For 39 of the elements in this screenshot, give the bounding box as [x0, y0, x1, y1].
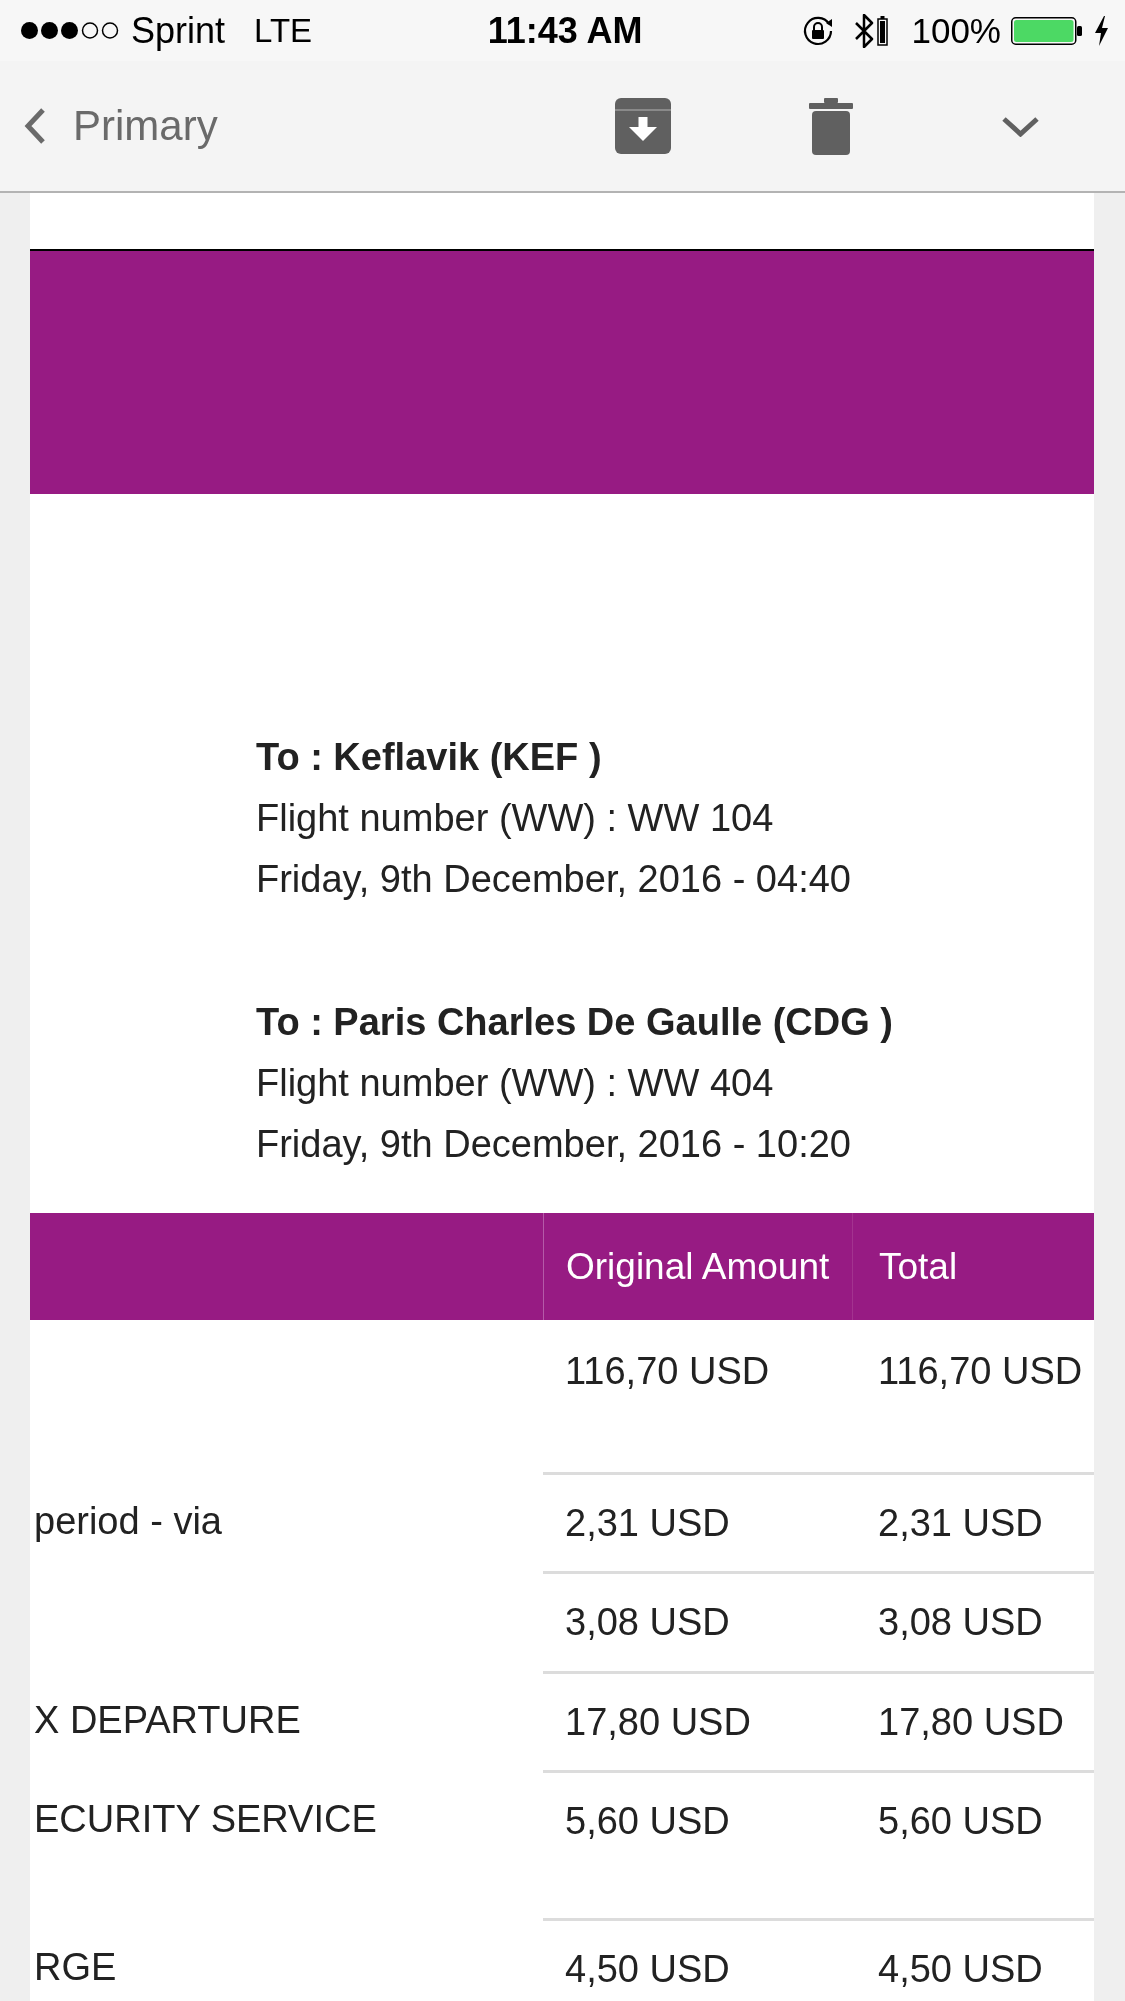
trash-icon[interactable] — [809, 97, 853, 155]
chevron-down-icon[interactable] — [1001, 115, 1040, 137]
fee-description-text: RGE — [34, 1946, 117, 1988]
total-amount-text: 2,31 USD — [878, 1502, 1043, 1544]
fee-description-text: ECURITY SERVICE — [34, 1798, 377, 1840]
departure-time-text: Friday, 9th December, 2016 - 10:20 — [256, 1122, 851, 1167]
archive-icon[interactable] — [615, 98, 671, 154]
bluetooth-icon — [854, 13, 875, 48]
flight-number-text: Flight number (WW) : WW 104 — [256, 796, 774, 841]
total-amount-text: 116,70 USD — [878, 1350, 1083, 1392]
original-amount-text: 116,70 USD — [565, 1350, 770, 1392]
network-type: LTE — [254, 14, 313, 47]
battery-percentage: 100% — [911, 13, 1001, 48]
column-header: Original Amount — [566, 1248, 830, 1285]
fee-description-text: period - via — [34, 1500, 222, 1542]
destination-heading: To : Keflavik (KEF ) — [256, 735, 602, 780]
original-amount-text: 4,50 USD — [565, 1948, 730, 1990]
column-header: Total — [879, 1248, 958, 1285]
total-amount-text: 17,80 USD — [878, 1701, 1064, 1743]
flight-number-text: Flight number (WW) : WW 404 — [256, 1061, 774, 1106]
rotation-lock-icon — [802, 14, 835, 47]
signal-strength-icon — [20, 21, 120, 40]
total-amount-text: 3,08 USD — [878, 1601, 1043, 1643]
departure-time-text: Friday, 9th December, 2016 - 04:40 — [256, 857, 851, 902]
original-amount-text: 5,60 USD — [565, 1800, 730, 1842]
carrier-name: Sprint — [131, 12, 226, 49]
original-amount-text: 2,31 USD — [565, 1502, 730, 1544]
total-amount-text: 5,60 USD — [878, 1800, 1043, 1842]
total-amount-text: 4,50 USD — [878, 1948, 1043, 1990]
original-amount-text: 3,08 USD — [565, 1601, 730, 1643]
destination-heading: To : Paris Charles De Gaulle (CDG ) — [256, 1000, 893, 1045]
status-time: 11:43 AM — [487, 12, 643, 49]
chevron-left-icon — [23, 107, 47, 145]
back-button[interactable]: Primary — [23, 105, 218, 147]
fee-description-text: X DEPARTURE — [34, 1699, 301, 1741]
battery-icon — [1011, 16, 1082, 45]
small-battery-icon — [877, 15, 889, 46]
charging-bolt-icon — [1093, 15, 1110, 46]
original-amount-text: 17,80 USD — [565, 1701, 751, 1743]
